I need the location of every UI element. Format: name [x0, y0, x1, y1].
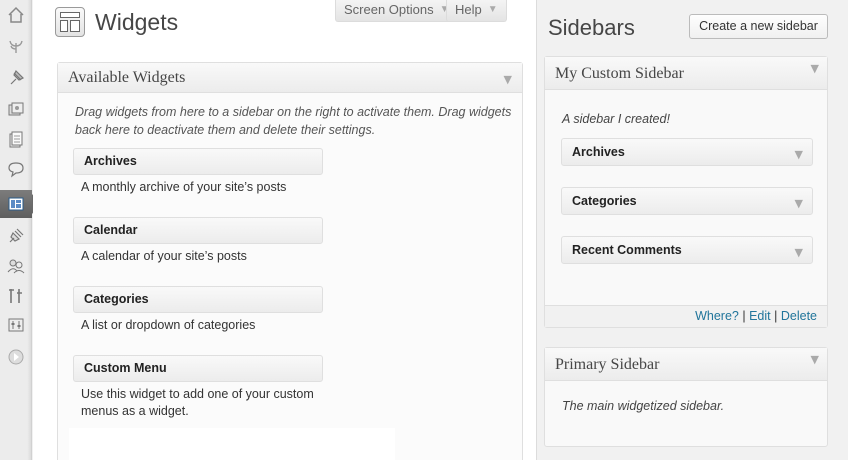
toggle-arrow-icon[interactable]: ▼ — [811, 353, 819, 366]
posts-icon[interactable] — [0, 64, 32, 92]
comments-icon[interactable] — [0, 155, 32, 183]
help-label: Help — [455, 2, 482, 17]
screen-options-label: Screen Options — [344, 2, 434, 17]
media-icon[interactable] — [0, 96, 32, 124]
widget-description: A calendar of your site’s posts — [81, 249, 247, 263]
toggle-arrow-icon[interactable]: ▼ — [795, 197, 803, 210]
widget-description: A monthly archive of your site’s posts — [81, 180, 287, 194]
sidebar-widget-categories[interactable]: Categories ▼ — [561, 187, 813, 215]
sidebar-widget-archives[interactable]: Archives ▼ — [561, 138, 813, 166]
settings-icon[interactable] — [0, 311, 32, 339]
widget-drop-area — [69, 428, 395, 460]
triangle-down-icon: ▼ — [487, 4, 498, 15]
custom-sidebar-footer: Where? | Edit | Delete — [545, 305, 827, 327]
widget-custom-menu[interactable]: Custom Menu — [73, 355, 323, 382]
sidebar-widget-label: Archives — [572, 145, 625, 159]
available-widgets-description: Drag widgets from here to a sidebar on t… — [75, 105, 512, 137]
widget-description: A list or dropdown of categories — [81, 318, 256, 332]
users-icon[interactable] — [0, 252, 32, 280]
toggle-arrow-icon[interactable]: ▼ — [795, 246, 803, 259]
widget-categories[interactable]: Categories — [73, 286, 323, 313]
link-separator: | — [742, 309, 746, 323]
sidebar-widget-label: Recent Comments — [572, 243, 682, 257]
appearance-icon[interactable] — [0, 190, 40, 218]
custom-sidebar-description: A sidebar I created! — [562, 112, 670, 126]
help-button[interactable]: Help ▼ — [446, 0, 507, 22]
delete-link[interactable]: Delete — [781, 309, 817, 323]
screen-options-button[interactable]: Screen Options ▼ — [335, 0, 459, 22]
widget-archives[interactable]: Archives — [73, 148, 323, 175]
collapse-icon[interactable] — [0, 343, 32, 371]
where-link[interactable]: Where? — [695, 309, 739, 323]
widgets-icon — [55, 7, 85, 37]
tools-icon[interactable] — [0, 282, 32, 310]
toggle-arrow-icon[interactable]: ▼ — [504, 73, 512, 86]
custom-sidebar-panel: My Custom Sidebar ▼ A sidebar I created!… — [544, 56, 828, 328]
toggle-arrow-icon[interactable]: ▼ — [795, 148, 803, 161]
admin-menu — [0, 0, 40, 460]
jetpack-icon[interactable] — [0, 32, 32, 60]
primary-sidebar-header[interactable]: Primary Sidebar ▼ — [545, 348, 827, 381]
plugins-icon[interactable] — [0, 222, 32, 250]
page-title: Widgets — [95, 9, 179, 35]
available-widgets-title: Available Widgets — [68, 69, 186, 86]
link-separator: | — [774, 309, 778, 323]
sidebar-widget-label: Categories — [572, 194, 637, 208]
sidebar-widget-recent-comments[interactable]: Recent Comments ▼ — [561, 236, 813, 264]
primary-sidebar-title: Primary Sidebar — [555, 356, 660, 373]
sidebars-column: Sidebars Create a new sidebar My Custom … — [538, 0, 848, 460]
available-widgets-header[interactable]: Available Widgets ▼ — [58, 63, 522, 93]
toggle-arrow-icon[interactable]: ▼ — [811, 62, 819, 75]
create-sidebar-button[interactable]: Create a new sidebar — [689, 14, 828, 39]
edit-link[interactable]: Edit — [749, 309, 771, 323]
sidebars-title: Sidebars — [548, 15, 635, 40]
pages-icon[interactable] — [0, 126, 32, 154]
custom-sidebar-title: My Custom Sidebar — [555, 65, 684, 82]
primary-sidebar-panel: Primary Sidebar ▼ The main widgetized si… — [544, 347, 828, 447]
primary-sidebar-description: The main widgetized sidebar. — [562, 399, 725, 413]
dashboard-icon[interactable] — [0, 1, 32, 29]
custom-sidebar-header[interactable]: My Custom Sidebar ▼ — [545, 57, 827, 90]
main-content: Widgets Screen Options ▼ Help ▼ Availabl… — [33, 0, 537, 460]
widget-calendar[interactable]: Calendar — [73, 217, 323, 244]
widget-description: Use this widget to add one of your custo… — [81, 387, 314, 418]
available-widgets-panel: Available Widgets ▼ Drag widgets from he… — [57, 62, 523, 460]
